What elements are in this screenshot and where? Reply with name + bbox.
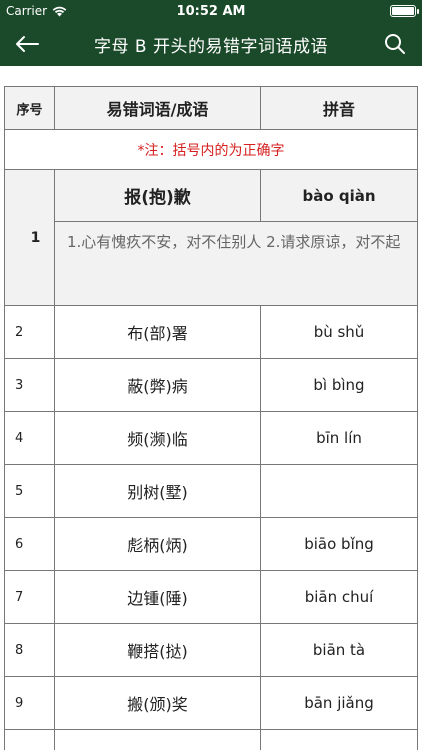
row-no: 3 bbox=[4, 358, 55, 412]
row-no: 7 bbox=[4, 570, 55, 624]
row-pinyin: bīn lín bbox=[260, 411, 418, 465]
row-no: 5 bbox=[4, 464, 55, 518]
table-row[interactable]: 6 彪柄(炳) biāo bǐng bbox=[4, 517, 418, 571]
row-pinyin: bào qiàn bbox=[260, 169, 418, 222]
row-word: 蔽(弊)病 bbox=[54, 358, 261, 412]
note-row: *注：括号内的为正确字 bbox=[4, 129, 418, 170]
back-arrow-icon bbox=[16, 36, 39, 52]
row-word: 鞭搭(挞) bbox=[54, 623, 261, 677]
row-pinyin bbox=[260, 464, 418, 518]
table-row[interactable]: 2 布(部)署 bù shǔ bbox=[4, 305, 418, 359]
status-right bbox=[390, 5, 419, 17]
row-pinyin bbox=[260, 729, 418, 750]
row-no: 8 bbox=[4, 623, 55, 677]
row-pinyin: bù shǔ bbox=[260, 305, 418, 359]
row-pinyin: biān chuí bbox=[260, 570, 418, 624]
header-no: 序号 bbox=[4, 86, 55, 130]
status-bar: Carrier 10:52 AM bbox=[0, 0, 422, 22]
row-meaning-row: 1.心有愧疚不安，对不住别人 2.请求原谅，对不起 bbox=[5, 221, 418, 306]
note-text: *注：括号内的为正确字 bbox=[4, 129, 418, 170]
row-word: 布(部)署 bbox=[54, 305, 261, 359]
row-word: 搬(颁)奖 bbox=[54, 676, 261, 730]
table-row[interactable]: 4 频(濒)临 bīn lín bbox=[4, 411, 418, 465]
word-table: 序号 易错词语/成语 拼音 *注：括号内的为正确字 1 报(抱)歉 bào qi… bbox=[4, 86, 418, 750]
row-word bbox=[54, 729, 261, 750]
header-word: 易错词语/成语 bbox=[54, 86, 261, 130]
row-no: 10 bbox=[4, 729, 55, 750]
row-word: 边锺(陲) bbox=[54, 570, 261, 624]
table-row[interactable]: 10 bbox=[4, 729, 418, 750]
back-button[interactable] bbox=[12, 29, 42, 59]
header-pinyin: 拼音 bbox=[260, 86, 418, 130]
row-word: 别树(墅) bbox=[54, 464, 261, 518]
row-no: 2 bbox=[4, 305, 55, 359]
row-word: 频(濒)临 bbox=[54, 411, 261, 465]
row-no: 1 bbox=[4, 169, 55, 306]
status-left: Carrier bbox=[6, 4, 67, 18]
word-table-container[interactable]: 序号 易错词语/成语 拼音 *注：括号内的为正确字 1 报(抱)歉 bào qi… bbox=[4, 86, 418, 750]
row-meaning: 1.心有愧疚不安，对不住别人 2.请求原谅，对不起 bbox=[54, 221, 418, 306]
row-no: 4 bbox=[4, 411, 55, 465]
row-word: 彪柄(炳) bbox=[54, 517, 261, 571]
table-row[interactable]: 9 搬(颁)奖 bān jiǎng bbox=[4, 676, 418, 730]
carrier-label: Carrier bbox=[6, 4, 48, 18]
battery-icon bbox=[390, 5, 419, 17]
table-row[interactable]: 5 别树(墅) bbox=[4, 464, 418, 518]
table-row[interactable]: 8 鞭搭(挞) biān tà bbox=[4, 623, 418, 677]
row-pinyin: biāo bǐng bbox=[260, 517, 418, 571]
table-header-row: 序号 易错词语/成语 拼音 bbox=[4, 86, 418, 130]
wifi-icon bbox=[52, 6, 67, 16]
row-pinyin: biān tà bbox=[260, 623, 418, 677]
search-button[interactable] bbox=[380, 29, 410, 59]
table-row[interactable]: 3 蔽(弊)病 bì bìng bbox=[4, 358, 418, 412]
row-pinyin: bān jiǎng bbox=[260, 676, 418, 730]
row-pinyin: bì bìng bbox=[260, 358, 418, 412]
search-icon bbox=[384, 34, 405, 54]
row-word: 报(抱)歉 bbox=[54, 169, 261, 222]
nav-bar: 字母 B 开头的易错字词语成语 bbox=[0, 22, 422, 66]
row-no: 6 bbox=[4, 517, 55, 571]
table-row-expanded[interactable]: 1 报(抱)歉 bào qiàn bbox=[4, 169, 418, 306]
battery-fill bbox=[392, 7, 414, 15]
page-title: 字母 B 开头的易错字词语成语 bbox=[94, 36, 328, 57]
table-row[interactable]: 7 边锺(陲) biān chuí bbox=[4, 570, 418, 624]
row-no: 9 bbox=[4, 676, 55, 730]
